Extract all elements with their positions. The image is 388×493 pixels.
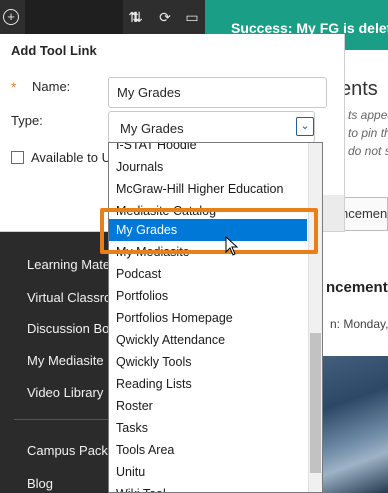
reorder-arrows-icon[interactable]: ⇅	[128, 8, 146, 26]
available-label: Available to U	[31, 150, 108, 165]
dropdown-option[interactable]: I-STAT Hoodle	[109, 143, 307, 156]
dropdown-option[interactable]: Portfolios	[109, 285, 307, 307]
background-note: do not s	[348, 144, 388, 158]
type-dropdown-list: I-STAT Hoodle Journals McGraw-Hill Highe…	[108, 142, 323, 493]
announcement-date: n: Monday, 3	[330, 317, 388, 331]
nav-item-video-library[interactable]: Video Library	[27, 385, 103, 400]
mouse-pointer-icon	[225, 236, 239, 256]
dropdown-option[interactable]: Roster	[109, 395, 307, 417]
background-note: ts appea	[348, 108, 388, 122]
chevron-down-icon[interactable]: ⌄	[296, 117, 314, 136]
folder-icon[interactable]: ▭	[183, 8, 201, 26]
dropdown-option[interactable]: McGraw-Hill Higher Education	[109, 178, 307, 200]
nav-item-learning-materials[interactable]: Learning Mate	[27, 257, 110, 272]
required-indicator: *	[11, 79, 17, 95]
nav-item-discussion-board[interactable]: Discussion Bo	[27, 321, 109, 336]
add-circle-icon[interactable]: +	[3, 9, 19, 25]
panel-title: Add Tool Link	[11, 43, 97, 58]
highlight-box	[100, 208, 318, 254]
dropdown-option[interactable]: Portfolios Homepage	[109, 307, 307, 329]
type-select[interactable]: My Grades	[108, 111, 315, 143]
name-label: Name:	[32, 79, 71, 94]
nav-divider	[14, 419, 114, 420]
background-heading: ents	[340, 78, 378, 100]
type-label: Type:	[11, 113, 43, 128]
available-checkbox[interactable]	[11, 151, 24, 164]
nav-item-blog[interactable]: Blog	[27, 476, 53, 491]
dropdown-option[interactable]: Tools Area	[109, 439, 307, 461]
dropdown-option[interactable]: Qwickly Tools	[109, 351, 307, 373]
nav-item-virtual-classroom[interactable]: Virtual Classro	[27, 290, 111, 305]
dropdown-option[interactable]: Reading Lists	[109, 373, 307, 395]
toolbar-segment: ⇅	[25, 0, 140, 34]
dropdown-option[interactable]: Journals	[109, 156, 307, 178]
refresh-icon[interactable]: ⟳	[156, 8, 174, 26]
dropdown-option[interactable]: Podcast	[109, 263, 307, 285]
dropdown-scrollbar-thumb[interactable]	[310, 333, 321, 473]
announcement-title: ncement	[326, 279, 388, 296]
dropdown-option[interactable]: Unitu	[109, 461, 307, 483]
name-input[interactable]	[108, 77, 327, 108]
dropdown-option[interactable]: Qwickly Attendance	[109, 329, 307, 351]
dropdown-option[interactable]: Wiki Tool	[109, 483, 307, 492]
dropdown-option[interactable]: Tasks	[109, 417, 307, 439]
announcement-image	[313, 356, 388, 493]
top-toolbar: + ⇅ ⇅ ⟳ ▭	[0, 0, 205, 34]
background-note: to pin th	[348, 126, 388, 140]
nav-item-my-mediasite[interactable]: My Mediasite	[27, 353, 104, 368]
nav-item-campus-pack[interactable]: Campus Pack	[27, 443, 108, 458]
